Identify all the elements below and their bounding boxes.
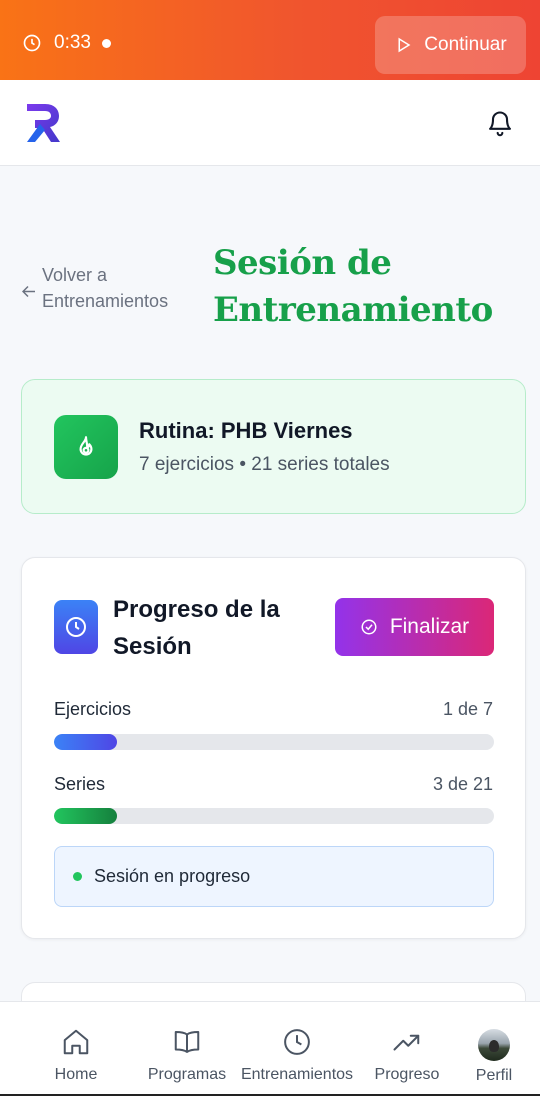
progress-title: Progreso de la Sesión bbox=[113, 596, 280, 660]
exercises-progress-fill bbox=[54, 734, 117, 750]
nav-item-workouts[interactable]: Entrenamientos bbox=[236, 1002, 358, 1095]
nav-item-progress[interactable]: Progreso bbox=[368, 1002, 446, 1095]
trending-up-icon bbox=[393, 1034, 420, 1051]
brand-r-logo[interactable] bbox=[24, 102, 62, 144]
series-progress-bar bbox=[54, 808, 494, 824]
avatar bbox=[478, 1029, 510, 1061]
session-status-box: Sesión en progreso bbox=[54, 846, 494, 907]
series-progress-fill bbox=[54, 808, 117, 824]
nav-label-programs: Programas bbox=[147, 1066, 227, 1083]
nav-label-home: Home bbox=[54, 1066, 98, 1083]
series-total: 21 series totales bbox=[251, 454, 390, 475]
summary-separator: • bbox=[239, 454, 246, 475]
progress-icon-badge bbox=[54, 600, 98, 654]
routine-card: Rutina: PHB Viernes 7 ejercicios • 21 se… bbox=[21, 379, 526, 514]
flame-icon bbox=[79, 436, 93, 456]
continue-label: Continuar bbox=[424, 34, 507, 55]
session-status-text: Sesión en progreso bbox=[94, 866, 251, 886]
timer-clock-icon bbox=[23, 34, 41, 52]
nav-label-progress: Progreso bbox=[374, 1066, 440, 1083]
session-timer: 0:33 bbox=[22, 32, 111, 54]
continue-button[interactable]: Continuar bbox=[375, 16, 526, 74]
back-link-line2: Entrenamientos bbox=[42, 291, 169, 311]
routine-summary: 7 ejercicios • 21 series totales bbox=[139, 454, 390, 476]
nav-item-profile[interactable]: Perfil bbox=[466, 1002, 522, 1095]
series-label: Series bbox=[54, 774, 106, 794]
exercises-value: 1 de 7 bbox=[442, 699, 493, 719]
clock-icon bbox=[284, 1029, 310, 1055]
exercises-progress-bar bbox=[54, 734, 494, 750]
back-link-line1: Volver a bbox=[42, 265, 108, 285]
session-progress-card: Progreso de la Sesión Finalizar Ejercici… bbox=[21, 557, 526, 939]
play-icon bbox=[398, 37, 411, 53]
nav-item-home[interactable]: Home bbox=[46, 1002, 106, 1095]
book-icon bbox=[174, 1031, 200, 1053]
nav-label-workouts: Entrenamientos bbox=[240, 1066, 354, 1083]
nav-item-programs[interactable]: Programas bbox=[142, 1002, 232, 1095]
arrow-left-icon bbox=[22, 285, 35, 298]
bottom-navigation: Home Programas Entrenamientos Progreso P… bbox=[0, 1001, 540, 1094]
home-icon bbox=[63, 1029, 89, 1055]
status-dot-icon bbox=[73, 872, 82, 881]
check-circle-icon bbox=[361, 619, 377, 635]
back-to-workouts-link[interactable]: Volver a Entrenamientos bbox=[22, 262, 168, 314]
exercise-count: 7 ejercicios bbox=[139, 454, 235, 475]
nav-label-profile: Perfil bbox=[475, 1067, 513, 1084]
clock-icon bbox=[66, 617, 86, 637]
app-header bbox=[0, 80, 540, 166]
routine-icon-badge bbox=[54, 415, 118, 479]
page-title: Sesión de Entrenamiento bbox=[213, 243, 493, 330]
active-session-banner: 0:33 Continuar bbox=[0, 0, 540, 80]
series-value: 3 de 21 bbox=[432, 774, 493, 794]
finish-session-button[interactable]: Finalizar bbox=[335, 598, 494, 656]
routine-title: Rutina: PHB Viernes bbox=[139, 418, 353, 443]
exercises-label: Ejercicios bbox=[54, 699, 132, 719]
recording-dot-icon bbox=[101, 38, 111, 48]
finish-label: Finalizar bbox=[389, 615, 470, 638]
bell-icon[interactable] bbox=[486, 108, 514, 138]
timer-value: 0:33 bbox=[54, 32, 91, 53]
